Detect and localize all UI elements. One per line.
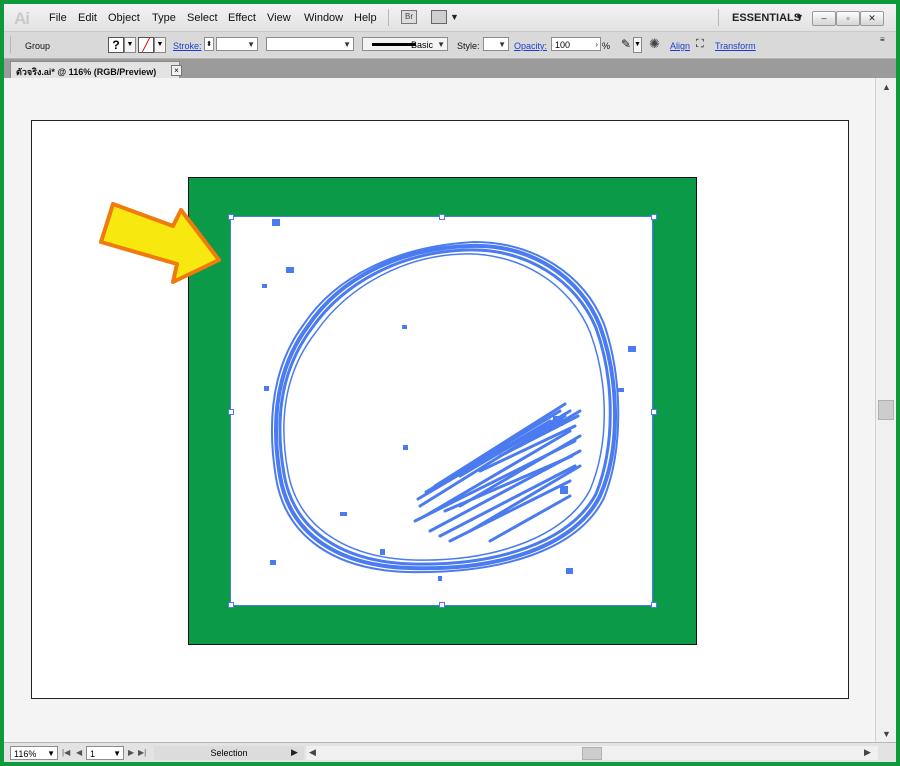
chevron-down-icon: ▼ bbox=[113, 749, 121, 758]
graphic-style-picker[interactable]: ▼ bbox=[483, 37, 509, 51]
chevron-down-icon: ▼ bbox=[437, 40, 445, 49]
scroll-left-icon[interactable]: ◀ bbox=[309, 747, 316, 758]
opacity-field[interactable]: 100 › bbox=[551, 37, 601, 51]
menu-separator bbox=[388, 9, 389, 26]
status-bar: 116% ▼ |◀ ◀ 1 ▼ ▶ ▶| Selection ▶ ◀ ▶ bbox=[4, 742, 896, 762]
menu-separator bbox=[718, 9, 719, 26]
menu-type[interactable]: Type bbox=[152, 12, 176, 24]
scroll-down-icon[interactable]: ▼ bbox=[882, 729, 891, 739]
horizontal-scroll-thumb[interactable] bbox=[582, 747, 602, 760]
menu-select[interactable]: Select bbox=[187, 12, 218, 24]
restore-button[interactable]: ▫ bbox=[836, 11, 860, 26]
scribble-circle-artwork[interactable] bbox=[230, 216, 653, 606]
yellow-arrow-icon bbox=[99, 202, 221, 284]
chevron-down-icon: ▼ bbox=[47, 749, 55, 758]
workspace-dropdown-icon[interactable]: ▼ bbox=[795, 12, 804, 22]
close-tab-icon[interactable]: × bbox=[171, 65, 182, 76]
recolor-artwork-icon[interactable]: ✎ bbox=[621, 37, 631, 51]
selection-type-label: Group bbox=[25, 41, 51, 51]
first-artboard-icon[interactable]: |◀ bbox=[62, 748, 70, 757]
stroke-weight-field[interactable]: ▼ bbox=[216, 37, 258, 51]
zoom-value: 116% bbox=[14, 749, 37, 759]
stroke-weight-stepper[interactable]: ⬍ bbox=[204, 37, 214, 51]
scroll-right-icon[interactable]: ▶ bbox=[864, 747, 871, 758]
status-tool-label[interactable]: Selection bbox=[154, 746, 304, 760]
control-panel: Group ? ▼ ╱ ▼ Stroke: ⬍ ▼ ▼ Basic ▼ Styl… bbox=[4, 32, 896, 59]
menu-help[interactable]: Help bbox=[354, 12, 377, 24]
fill-swatch[interactable]: ? bbox=[108, 37, 124, 53]
arrange-dropdown-icon[interactable]: ▼ bbox=[450, 12, 459, 22]
vertical-scrollbar[interactable]: ▲ ▼ bbox=[875, 78, 896, 742]
stroke-link[interactable]: Stroke: bbox=[173, 41, 202, 51]
next-artboard-icon[interactable]: ▶ bbox=[128, 748, 134, 757]
menu-file[interactable]: File bbox=[49, 12, 67, 24]
horizontal-scrollbar[interactable]: ◀ ▶ bbox=[306, 746, 878, 760]
chevron-down-icon: ▼ bbox=[343, 40, 351, 49]
arrange-documents-icon[interactable] bbox=[431, 10, 447, 24]
artboard-number-field[interactable]: 1 ▼ bbox=[86, 746, 124, 760]
transform-icon[interactable]: ⛶ bbox=[696, 38, 704, 51]
status-menu-icon[interactable]: ▶ bbox=[291, 747, 298, 758]
document-tab-bar: ตัวจริง.ai* @ 116% (RGB/Preview) × bbox=[4, 59, 896, 78]
opacity-value: 100 bbox=[555, 40, 571, 50]
opacity-unit: % bbox=[602, 41, 611, 51]
opacity-link[interactable]: Opacity: bbox=[514, 41, 547, 51]
minimize-button[interactable]: – bbox=[812, 11, 836, 26]
close-button[interactable]: ✕ bbox=[860, 11, 884, 26]
variable-width-profile[interactable]: ▼ bbox=[266, 37, 354, 51]
chevron-down-icon: ▼ bbox=[247, 40, 255, 49]
vertical-scroll-thumb[interactable] bbox=[878, 400, 894, 420]
artboard-number: 1 bbox=[90, 749, 96, 759]
zoom-field[interactable]: 116% ▼ bbox=[10, 746, 58, 760]
menu-effect[interactable]: Effect bbox=[228, 12, 256, 24]
style-label: Style: bbox=[457, 41, 480, 51]
transform-link[interactable]: Transform bbox=[715, 41, 756, 51]
scroll-up-icon[interactable]: ▲ bbox=[882, 82, 891, 92]
app-logo: Ai bbox=[14, 9, 30, 28]
stroke-none-swatch-icon[interactable]: ╱ bbox=[138, 37, 154, 53]
menu-window[interactable]: Window bbox=[304, 12, 343, 24]
bridge-button[interactable]: Br bbox=[401, 10, 417, 24]
chevron-down-icon: ▼ bbox=[498, 40, 506, 49]
stroke-preview bbox=[372, 43, 416, 46]
menu-object[interactable]: Object bbox=[108, 12, 140, 24]
panel-gripper bbox=[10, 36, 11, 53]
panel-menu-icon[interactable]: ≡ bbox=[880, 35, 885, 44]
fill-dropdown[interactable]: ▼ bbox=[124, 37, 136, 53]
menu-edit[interactable]: Edit bbox=[78, 12, 97, 24]
menu-bar: Ai File Edit Object Type Select Effect V… bbox=[4, 4, 896, 32]
align-link[interactable]: Align bbox=[670, 41, 690, 51]
menu-view[interactable]: View bbox=[267, 12, 291, 24]
app-window: Ai File Edit Object Type Select Effect V… bbox=[4, 4, 896, 762]
document-tab[interactable]: ตัวจริง.ai* @ 116% (RGB/Preview) × bbox=[10, 61, 182, 78]
stroke-dropdown[interactable]: ▼ bbox=[154, 37, 166, 53]
last-artboard-icon[interactable]: ▶| bbox=[138, 748, 146, 757]
chevron-right-icon: › bbox=[595, 40, 598, 49]
canvas-area[interactable] bbox=[4, 78, 875, 742]
isolate-group-icon[interactable]: ✺ bbox=[649, 36, 660, 52]
previous-artboard-icon[interactable]: ◀ bbox=[76, 748, 82, 757]
document-tab-title: ตัวจริง.ai* @ 116% (RGB/Preview) bbox=[16, 67, 157, 77]
recolor-dropdown[interactable]: ▼ bbox=[633, 37, 642, 53]
workspace-switcher[interactable]: ESSENTIALS bbox=[732, 12, 801, 24]
